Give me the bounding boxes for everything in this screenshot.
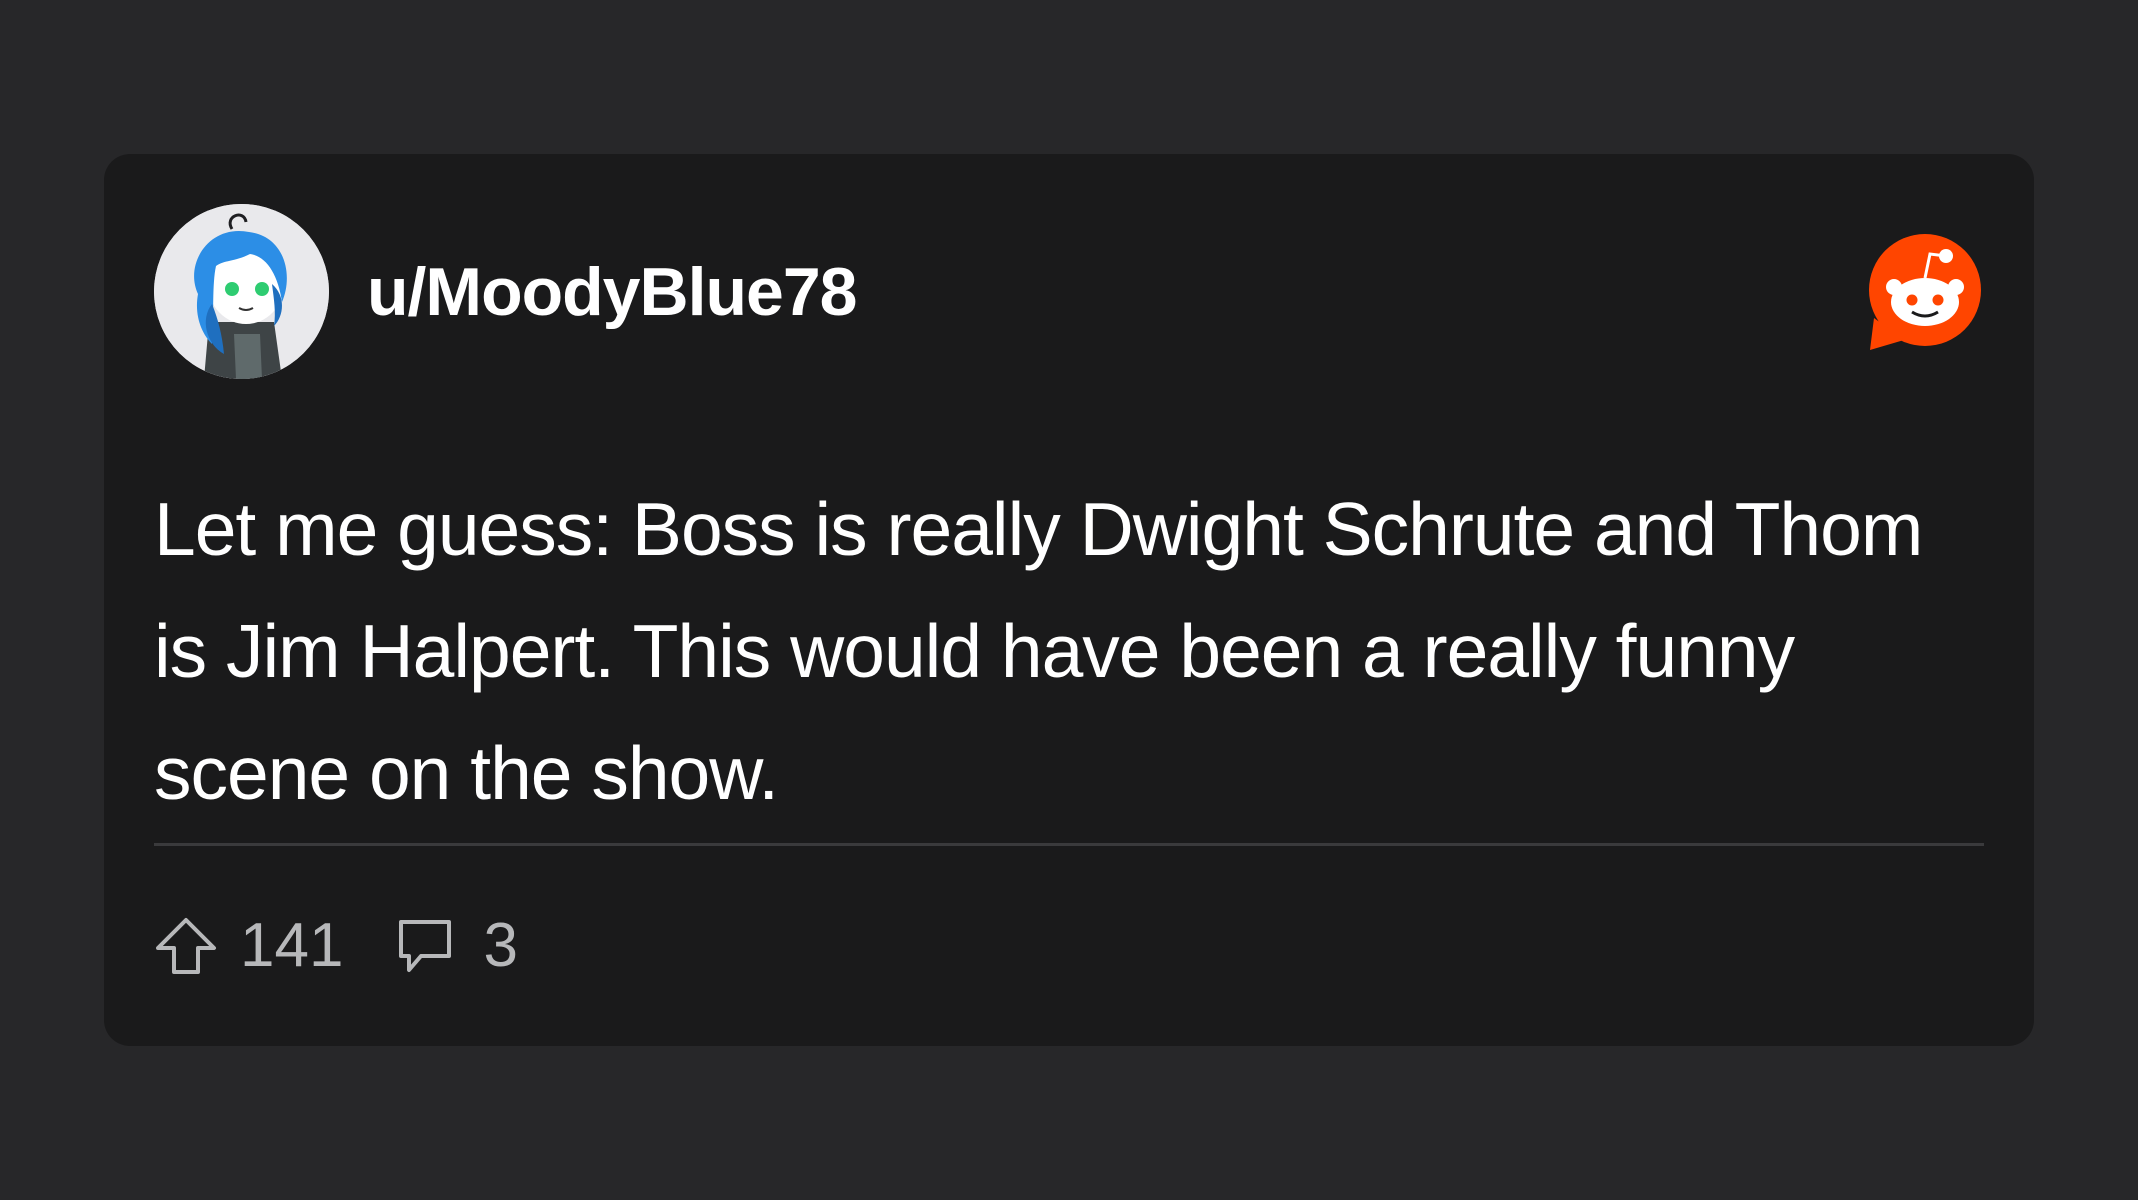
card-header: u/MoodyBlue78 [154,204,857,379]
reddit-logo-icon [1864,232,1986,354]
divider [154,843,1984,846]
avatar[interactable] [154,204,329,379]
upvote-count: 141 [240,911,344,980]
upvote-arrow-icon[interactable] [154,914,218,978]
comment-body: Let me guess: Boss is really Dwight Schr… [154,487,1923,815]
username[interactable]: u/MoodyBlue78 [367,253,857,331]
comment-count: 3 [483,911,518,980]
avatar-illustration [154,204,329,379]
comment-card: u/MoodyBlue78 Let me guess: Boss is real… [104,154,2034,1046]
action-bar: 141 3 [154,910,518,981]
comment-bubble-icon[interactable] [393,914,457,978]
